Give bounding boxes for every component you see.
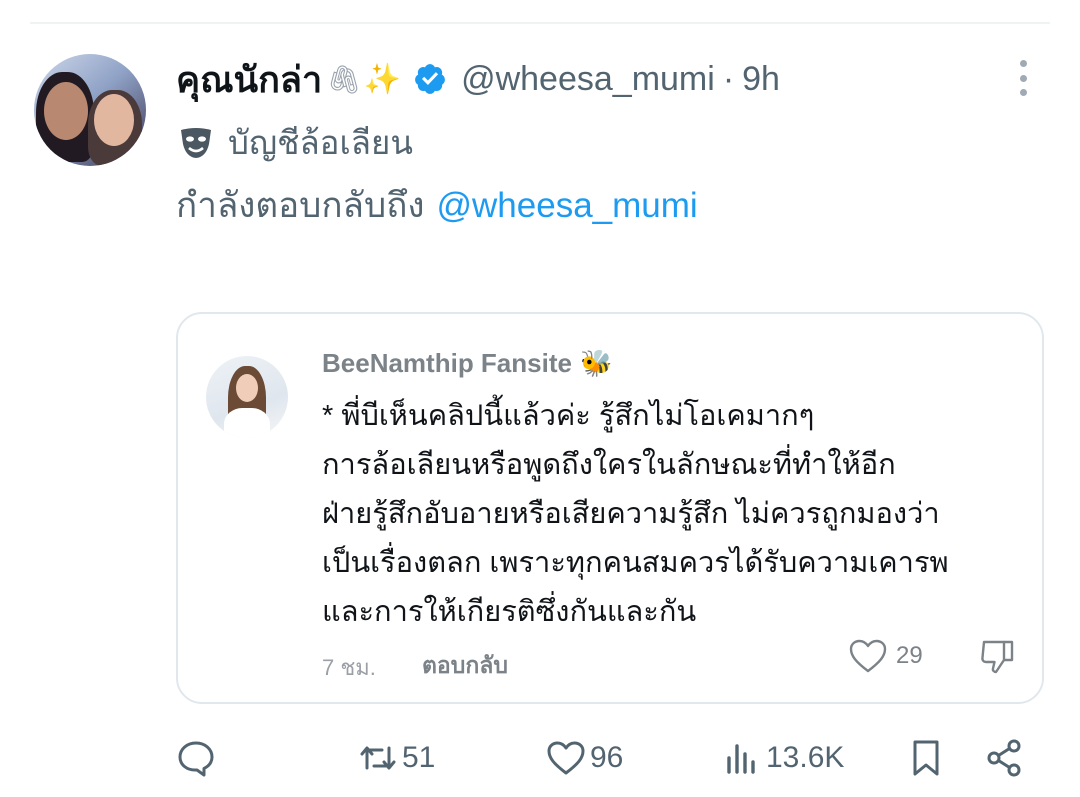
replying-to-prefix: กำลังตอบกลับถึง (176, 186, 425, 225)
post-header: คุณนักล่า 🖇 ✨ @wheesa_mumi · 9h (176, 52, 780, 106)
post-time[interactable]: 9h (742, 60, 780, 99)
separator-dot: · (722, 59, 735, 98)
embedded-author: BeeNamthip Fansite 🐝 (322, 348, 612, 379)
top-divider (30, 22, 1050, 24)
retweet-count: 51 (402, 741, 436, 774)
bookmark-button[interactable] (906, 738, 946, 778)
reply-icon (178, 741, 214, 777)
body-line: และการให้เกียรติซึ่งกันและกัน (322, 596, 697, 628)
embedded-avatar (206, 356, 288, 438)
bee-emoji: 🐝 (579, 348, 613, 378)
retweet-icon (360, 746, 396, 770)
action-bar: 51 96 13.6K (0, 730, 1080, 790)
replying-to: กำลังตอบกลับถึง @wheesa_mumi (176, 178, 698, 233)
embedded-author-name: BeeNamthip Fansite (322, 348, 572, 378)
body-line: เป็นเรื่องตลก เพราะทุกคนสมควรได้รับความเ… (322, 547, 949, 579)
avatar[interactable] (34, 54, 146, 166)
body-line: * พี่บีเห็นคลิปนี้แล้วค่ะ รู้สึกไม่โอเคม… (322, 400, 815, 432)
like-icon (547, 741, 585, 775)
user-handle[interactable]: @wheesa_mumi (461, 60, 715, 99)
views-button[interactable]: 13.6K (722, 738, 844, 778)
replying-to-mention[interactable]: @wheesa_mumi (437, 186, 698, 225)
body-line: การล้อเลียนหรือพูดถึงใครในลักษณะที่ทำให้… (322, 449, 896, 481)
share-button[interactable] (984, 738, 1024, 778)
heart-icon (849, 639, 887, 673)
embedded-like: 29 (848, 638, 923, 674)
bookmark-icon (913, 740, 939, 776)
views-icon (727, 744, 755, 774)
more-icon[interactable] (1012, 60, 1034, 96)
display-name[interactable]: คุณนักล่า (176, 51, 322, 108)
share-icon (987, 739, 1021, 777)
dislike-icon (981, 640, 1014, 674)
retweet-button[interactable]: 51 (358, 738, 435, 778)
mask-icon (181, 127, 211, 158)
sparkles-emoji: ✨ (363, 62, 402, 96)
verified-badge-icon (415, 64, 445, 94)
body-line: ฝ่ายรู้สึกอับอายหรือเสียความรู้สึก ไม่คว… (322, 498, 940, 530)
reply-button[interactable] (176, 738, 216, 778)
account-label: บัญชีล้อเลียน (228, 124, 413, 161)
parody-label: บัญชีล้อเลียน (178, 116, 413, 169)
paperclip-emoji: 🖇 (326, 63, 362, 95)
embedded-time: 7 ชม. (322, 655, 376, 680)
like-count: 96 (590, 741, 624, 774)
embedded-like-count: 29 (896, 642, 923, 669)
like-button[interactable]: 96 (546, 738, 623, 778)
embedded-comment-card[interactable]: BeeNamthip Fansite 🐝 * พี่บีเห็นคลิปนี้แล… (176, 312, 1044, 704)
embedded-body: * พี่บีเห็นคลิปนี้แล้วค่ะ รู้สึกไม่โอเคม… (322, 392, 1022, 637)
views-count: 13.6K (766, 741, 845, 774)
embedded-reply-label: ตอบกลับ (422, 652, 508, 678)
